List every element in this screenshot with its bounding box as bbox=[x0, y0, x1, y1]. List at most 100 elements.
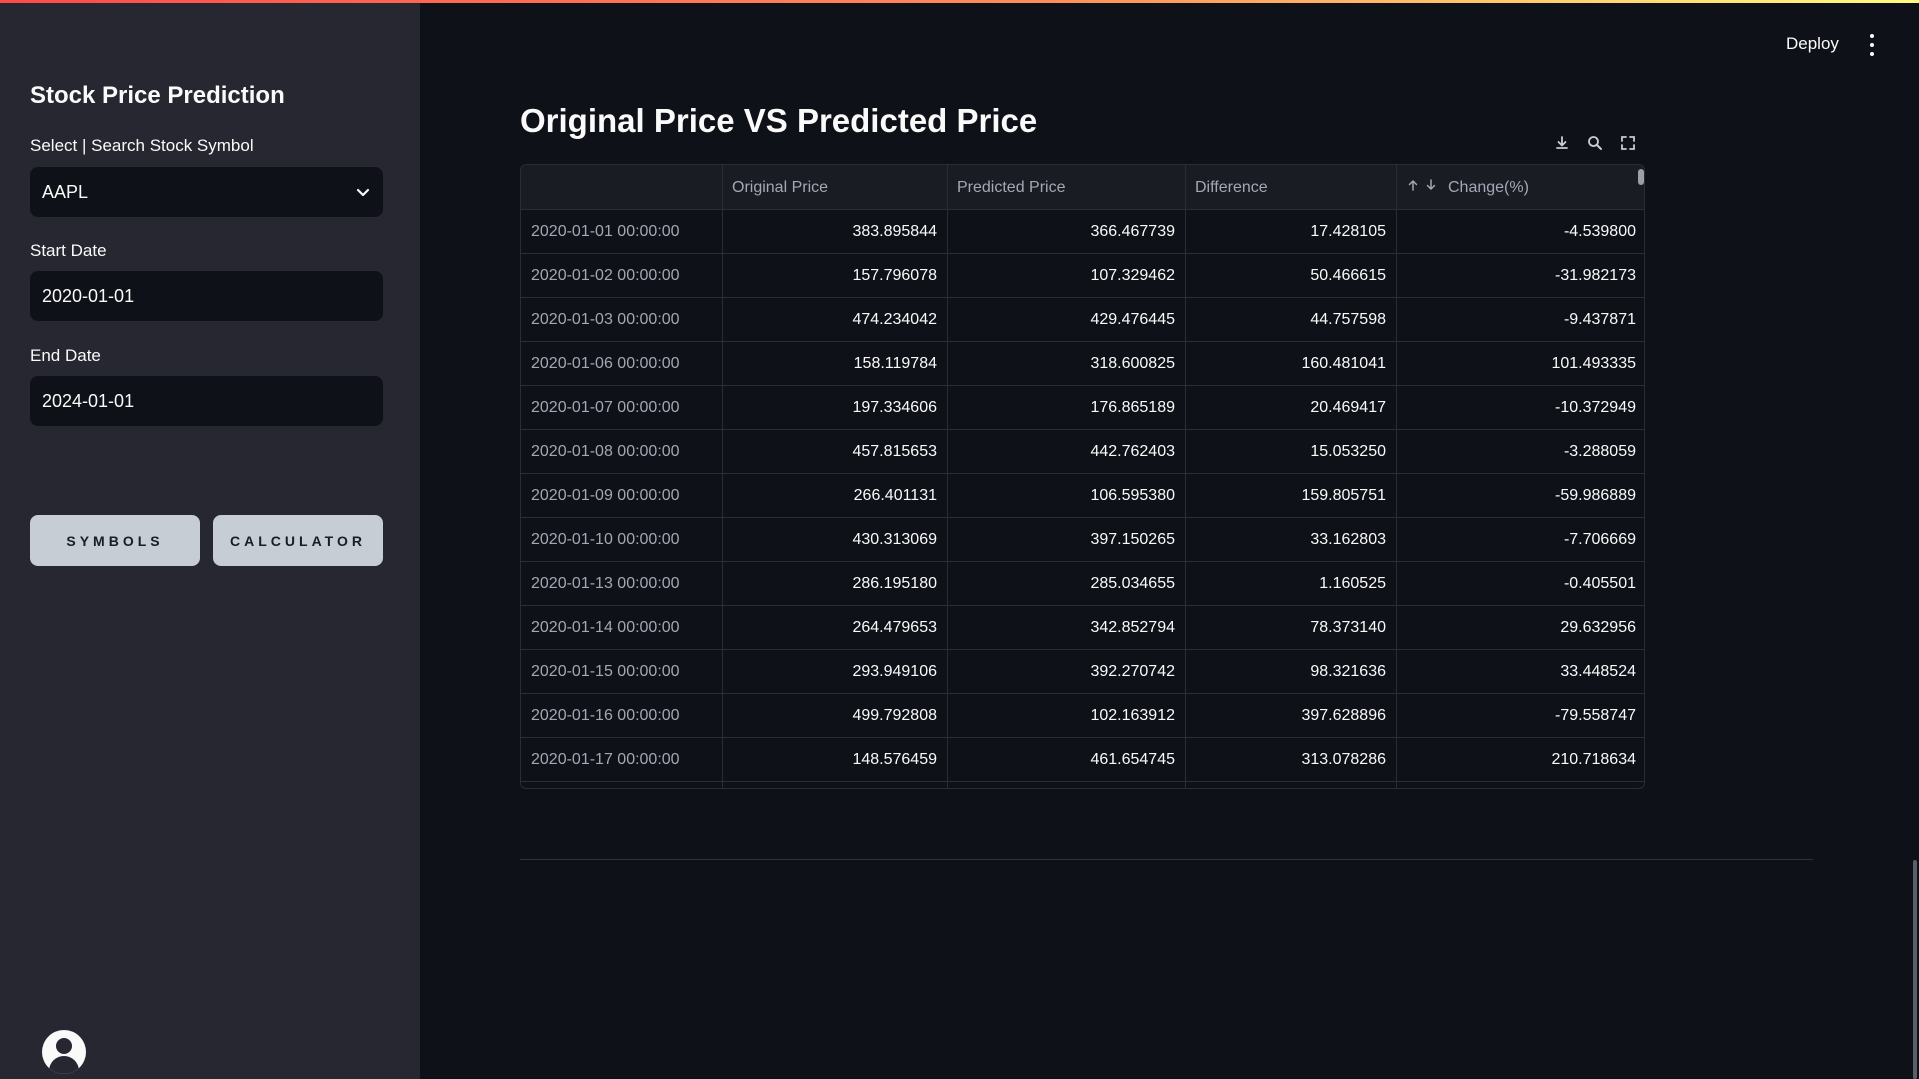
table-toolbar bbox=[1552, 133, 1638, 153]
table-scrollbar[interactable] bbox=[1638, 169, 1644, 185]
table-cell[interactable]: -7.706669 bbox=[1397, 518, 1644, 561]
table-cell[interactable]: 17.428105 bbox=[1186, 210, 1396, 253]
table-cell[interactable]: 148.576459 bbox=[723, 738, 947, 781]
table-cell[interactable]: 29.632956 bbox=[1397, 606, 1644, 649]
row-index-cell[interactable]: 2020-01-16 00:00:00 bbox=[521, 694, 722, 737]
row-index-cell[interactable]: 2020-01-06 00:00:00 bbox=[521, 342, 722, 385]
deploy-button[interactable]: Deploy bbox=[1786, 34, 1839, 54]
table-cell[interactable]: 457.815653 bbox=[723, 430, 947, 473]
row-index-cell[interactable]: 2020-01-10 00:00:00 bbox=[521, 518, 722, 561]
table-cell[interactable]: 293.949106 bbox=[723, 650, 947, 693]
table-cell[interactable]: 98.321636 bbox=[1186, 650, 1396, 693]
symbols-button[interactable]: SYMBOLS bbox=[30, 515, 200, 566]
table-cell[interactable]: -10.372949 bbox=[1397, 386, 1644, 429]
row-index-cell[interactable]: 2020-01-02 00:00:00 bbox=[521, 254, 722, 297]
table-cell[interactable]: 15.053250 bbox=[1186, 430, 1396, 473]
table-row[interactable]: 2020-01-01 00:00:00 383.895844 366.467739 1… bbox=[521, 210, 1644, 254]
table-cell[interactable]: -79.558747 bbox=[1397, 694, 1644, 737]
table-cell[interactable]: 102.163912 bbox=[948, 694, 1185, 737]
table-row[interactable]: 2020-01-14 00:00:00 264.479653 342.852794 7… bbox=[521, 606, 1644, 650]
table-cell[interactable]: 313.078286 bbox=[1186, 738, 1396, 781]
table-cell[interactable]: 33.448524 bbox=[1397, 650, 1644, 693]
table-cell[interactable]: 50.466615 bbox=[1186, 254, 1396, 297]
table-cell[interactable]: 176.865189 bbox=[948, 386, 1185, 429]
table-cell[interactable]: 158.119784 bbox=[723, 342, 947, 385]
user-avatar-icon[interactable] bbox=[42, 1030, 86, 1074]
table-row[interactable]: 2020-01-17 00:00:00 148.576459 461.654745 3… bbox=[521, 738, 1644, 782]
table-cell[interactable]: 78.373140 bbox=[1186, 606, 1396, 649]
table-row[interactable]: 2020-01-15 00:00:00 293.949106 392.270742 9… bbox=[521, 650, 1644, 694]
table-cell[interactable]: 157.796078 bbox=[723, 254, 947, 297]
table-row[interactable]: 2020-01-10 00:00:00 430.313069 397.150265 3… bbox=[521, 518, 1644, 562]
table-row[interactable]: 2020-01-03 00:00:00 474.234042 429.476445 4… bbox=[521, 298, 1644, 342]
search-icon[interactable] bbox=[1585, 133, 1605, 153]
table-cell[interactable]: 197.334606 bbox=[723, 386, 947, 429]
table-cell[interactable]: 318.600825 bbox=[948, 342, 1185, 385]
table-cell[interactable]: 33.162803 bbox=[1186, 518, 1396, 561]
table-cell[interactable]: 44.757598 bbox=[1186, 298, 1396, 341]
table-cell[interactable]: 20.469417 bbox=[1186, 386, 1396, 429]
table-cell[interactable]: -3.288059 bbox=[1397, 430, 1644, 473]
calculator-button[interactable]: CALCULATOR bbox=[213, 515, 383, 566]
row-index-cell[interactable]: 2020-01-13 00:00:00 bbox=[521, 562, 722, 605]
table-cell[interactable]: 499.792808 bbox=[723, 694, 947, 737]
kebab-menu-icon[interactable] bbox=[1864, 34, 1880, 56]
column-divider bbox=[722, 165, 723, 788]
table-cell[interactable]: -4.539800 bbox=[1397, 210, 1644, 253]
table-row[interactable]: 2020-01-08 00:00:00 457.815653 442.762403 1… bbox=[521, 430, 1644, 474]
row-index-cell[interactable]: 2020-01-09 00:00:00 bbox=[521, 474, 722, 517]
table-cell[interactable]: 461.654745 bbox=[948, 738, 1185, 781]
table-cell[interactable]: 397.628896 bbox=[1186, 694, 1396, 737]
table-cell[interactable]: 106.595380 bbox=[948, 474, 1185, 517]
arrow-down-icon bbox=[1424, 178, 1438, 197]
row-index-cell[interactable]: 2020-01-08 00:00:00 bbox=[521, 430, 722, 473]
page-scrollbar[interactable] bbox=[1913, 860, 1917, 1079]
table-row[interactable]: 2020-01-13 00:00:00 286.195180 285.034655 1… bbox=[521, 562, 1644, 606]
table-row[interactable]: 2020-01-16 00:00:00 499.792808 102.163912 3… bbox=[521, 694, 1644, 738]
row-index-cell[interactable]: 2020-01-03 00:00:00 bbox=[521, 298, 722, 341]
table-cell[interactable]: 442.762403 bbox=[948, 430, 1185, 473]
row-index-cell[interactable]: 2020-01-17 00:00:00 bbox=[521, 738, 722, 781]
start-date-input[interactable]: 2020-01-01 bbox=[30, 271, 383, 321]
table-cell[interactable]: 397.150265 bbox=[948, 518, 1185, 561]
download-icon[interactable] bbox=[1552, 133, 1572, 153]
header-original-price[interactable]: Original Price bbox=[723, 165, 947, 210]
sidebar-title: Stock Price Prediction bbox=[30, 82, 285, 109]
row-index-cell[interactable]: 2020-01-07 00:00:00 bbox=[521, 386, 722, 429]
table-row[interactable]: 2020-01-06 00:00:00 158.119784 318.600825 1… bbox=[521, 342, 1644, 386]
table-cell[interactable]: 159.805751 bbox=[1186, 474, 1396, 517]
table-cell[interactable]: 392.270742 bbox=[948, 650, 1185, 693]
table-row[interactable]: 2020-01-09 00:00:00 266.401131 106.595380 1… bbox=[521, 474, 1644, 518]
table-cell[interactable]: 286.195180 bbox=[723, 562, 947, 605]
symbol-select[interactable]: AAPL bbox=[30, 167, 383, 217]
table-row[interactable]: 2020-01-02 00:00:00 157.796078 107.329462 5… bbox=[521, 254, 1644, 298]
row-index-cell[interactable]: 2020-01-15 00:00:00 bbox=[521, 650, 722, 693]
table-cell[interactable]: -9.437871 bbox=[1397, 298, 1644, 341]
table-cell[interactable]: 474.234042 bbox=[723, 298, 947, 341]
header-change-percent[interactable]: Change(%) bbox=[1397, 165, 1644, 210]
table-cell[interactable]: -59.986889 bbox=[1397, 474, 1644, 517]
end-date-input[interactable]: 2024-01-01 bbox=[30, 376, 383, 426]
table-cell[interactable]: 1.160525 bbox=[1186, 562, 1396, 605]
row-index-cell[interactable]: 2020-01-01 00:00:00 bbox=[521, 210, 722, 253]
table-row[interactable]: 2020-01-07 00:00:00 197.334606 176.865189 2… bbox=[521, 386, 1644, 430]
table-cell[interactable]: 429.476445 bbox=[948, 298, 1185, 341]
table-cell[interactable]: 366.467739 bbox=[948, 210, 1185, 253]
table-cell[interactable]: 160.481041 bbox=[1186, 342, 1396, 385]
table-cell[interactable]: -31.982173 bbox=[1397, 254, 1644, 297]
table-cell[interactable]: -0.405501 bbox=[1397, 562, 1644, 605]
table-cell[interactable]: 285.034655 bbox=[948, 562, 1185, 605]
table-cell[interactable]: 107.329462 bbox=[948, 254, 1185, 297]
row-index-cell[interactable]: 2020-01-14 00:00:00 bbox=[521, 606, 722, 649]
data-table[interactable]: Original Price Predicted Price Differenc… bbox=[520, 164, 1645, 789]
table-cell[interactable]: 266.401131 bbox=[723, 474, 947, 517]
table-cell[interactable]: 342.852794 bbox=[948, 606, 1185, 649]
table-cell[interactable]: 210.718634 bbox=[1397, 738, 1644, 781]
table-cell[interactable]: 430.313069 bbox=[723, 518, 947, 561]
table-cell[interactable]: 383.895844 bbox=[723, 210, 947, 253]
header-difference[interactable]: Difference bbox=[1186, 165, 1396, 210]
table-cell[interactable]: 264.479653 bbox=[723, 606, 947, 649]
table-cell[interactable]: 101.493335 bbox=[1397, 342, 1644, 385]
fullscreen-icon[interactable] bbox=[1618, 133, 1638, 153]
header-predicted-price[interactable]: Predicted Price bbox=[948, 165, 1185, 210]
